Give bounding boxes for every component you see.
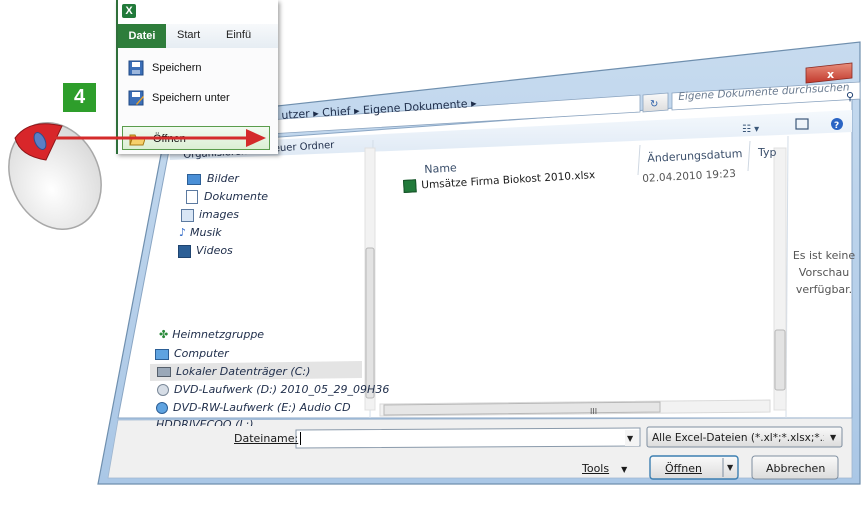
nav-item-label: DVD-Laufwerk (D:) 2010_05_29_09H36 xyxy=(174,383,390,396)
nav-item-label: HDDRIVECOO (L:) xyxy=(156,418,254,426)
nav-item-bilder[interactable]: Bilder xyxy=(187,172,239,185)
view-options-icon[interactable]: ☷ ▾ xyxy=(742,124,759,135)
nav-item-label: Lokaler Datenträger (C:) xyxy=(176,365,311,378)
nav-item-label: Dokumente xyxy=(204,190,269,203)
file-type-label: Alle Excel-Dateien (*.xl*;*.xlsx;*.x xyxy=(652,432,824,444)
nav-item-heimnetzgruppe[interactable]: ✤ Heimnetzgruppe xyxy=(159,328,264,341)
text-caret xyxy=(300,432,301,445)
tools-button[interactable]: Tools ▼ xyxy=(582,462,627,475)
library-icon xyxy=(181,208,194,222)
excel-file-icon xyxy=(403,179,417,193)
nav-item-label: DVD-RW-Laufwerk (E:) Audio CD xyxy=(173,401,351,414)
documents-icon xyxy=(186,190,198,204)
refresh-icon: ↻ xyxy=(650,99,658,110)
cd-icon xyxy=(156,402,168,414)
filename-label: Dateiname: xyxy=(234,432,299,445)
tab-einfuegen[interactable]: Einfü xyxy=(226,29,251,41)
dvd-icon xyxy=(157,384,169,396)
nav-item-videos[interactable]: Videos xyxy=(178,244,233,258)
nav-item-label: images xyxy=(199,208,239,221)
drive-icon xyxy=(157,367,171,377)
tools-label: Tools xyxy=(582,462,610,475)
pointer-arrow xyxy=(54,129,266,147)
preview-line: Vorschau xyxy=(798,266,850,279)
nav-item-dvd-drive[interactable]: DVD-Laufwerk (D:) 2010_05_29_09H36 xyxy=(157,383,389,396)
nav-scrollbar[interactable] xyxy=(364,147,376,411)
nav-item-label: Heimnetzgruppe xyxy=(172,328,265,341)
file-type-arrow-icon[interactable]: ▼ xyxy=(830,433,836,442)
cancel-button-label: Abbrechen xyxy=(766,462,826,475)
open-button-label: Öffnen xyxy=(665,462,702,475)
help-glyph: ? xyxy=(834,121,839,131)
nav-item-cd-drive[interactable]: DVD-RW-Laufwerk (E:) Audio CD xyxy=(156,401,351,414)
refresh-button[interactable]: ↻ xyxy=(642,92,669,113)
excel-app-icon: X xyxy=(122,4,136,18)
menu-item-speichern[interactable]: Speichern xyxy=(122,56,270,80)
breadcrumb-part[interactable]: Chief xyxy=(322,105,351,120)
arrow-head-icon xyxy=(246,129,266,147)
filename-dropdown-arrow-icon[interactable]: ▼ xyxy=(627,434,633,443)
nav-item-local-drive[interactable]: Lokaler Datenträger (C:) xyxy=(157,365,310,378)
menu-item-speichern-unter[interactable]: Speichern unter xyxy=(122,86,270,110)
preview-message: Es ist keine Vorschau verfügbar. xyxy=(786,247,862,298)
nav-item-label: Bilder xyxy=(207,172,239,185)
pictures-icon xyxy=(187,173,201,185)
computer-icon xyxy=(155,348,169,360)
menu-item-label: Speichern xyxy=(152,62,202,74)
homegroup-icon: ✤ xyxy=(159,328,169,341)
tab-datei[interactable]: Datei xyxy=(118,24,166,48)
step-badge: 4 xyxy=(63,83,96,112)
nav-item-images[interactable]: images xyxy=(181,208,239,222)
open-split-arrow-icon[interactable]: ▼ xyxy=(727,463,733,472)
nav-item-label: Musik xyxy=(190,226,222,239)
nav-item-label: Videos xyxy=(196,244,233,257)
hscroll-grip: III xyxy=(590,407,598,416)
filename-input[interactable] xyxy=(295,427,641,449)
breadcrumb-part[interactable]: utzer xyxy=(281,107,310,122)
menu-item-label: Speichern unter xyxy=(152,92,230,104)
videos-icon xyxy=(178,244,191,258)
svg-text:x: x xyxy=(827,68,834,81)
preview-line: verfügbar. xyxy=(795,283,853,296)
nav-item-usb-drive[interactable]: HDDRIVECOO (L:) xyxy=(156,418,254,426)
nav-item-dokumente[interactable]: Dokumente xyxy=(186,190,268,204)
tab-start[interactable]: Start xyxy=(177,29,200,41)
nav-item-musik[interactable]: ♪ Musik xyxy=(179,226,222,239)
preview-line: Es ist keine xyxy=(792,249,856,262)
save-icon xyxy=(128,60,144,76)
save-as-icon xyxy=(128,90,144,106)
column-header-type[interactable]: Typ xyxy=(758,146,777,159)
file-scrollbar[interactable] xyxy=(773,147,787,411)
tools-arrow-icon: ▼ xyxy=(621,465,628,474)
nav-item-computer[interactable]: Computer xyxy=(155,347,229,360)
column-header-name[interactable]: Name xyxy=(424,161,457,176)
nav-item-label: Computer xyxy=(174,347,229,360)
music-icon: ♪ xyxy=(179,226,187,239)
